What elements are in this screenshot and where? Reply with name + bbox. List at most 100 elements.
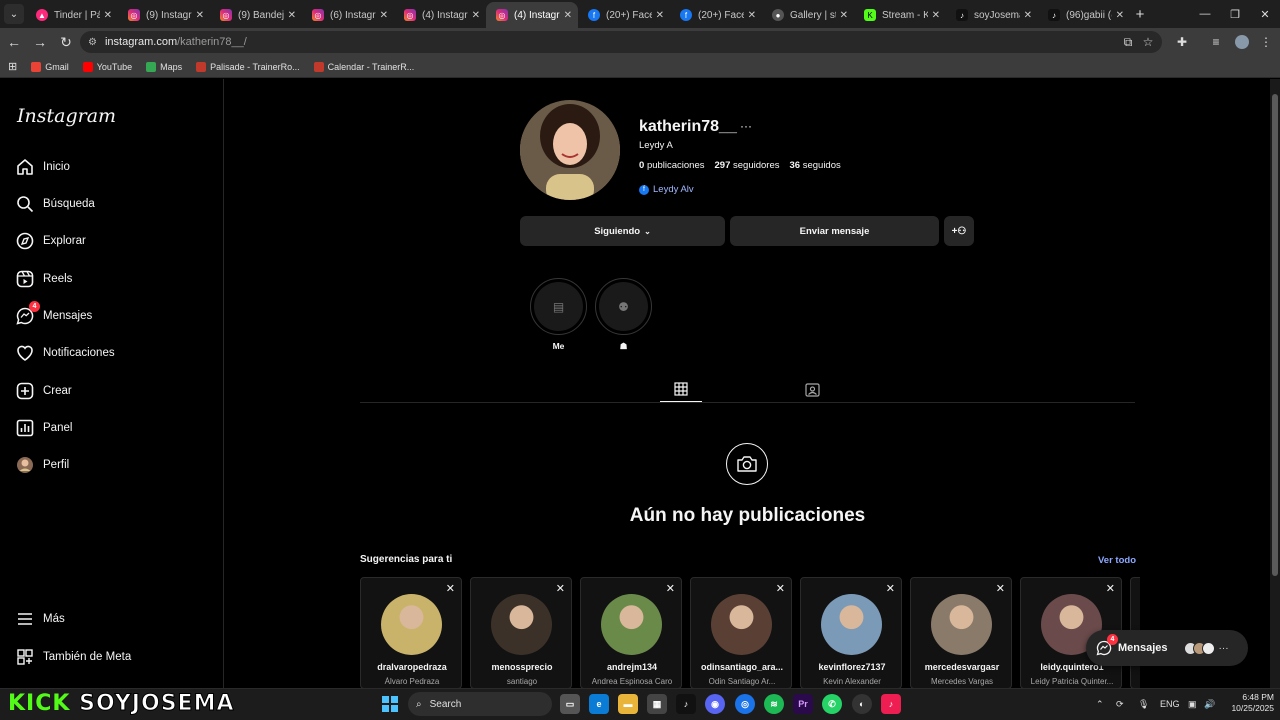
- dismiss-icon[interactable]: ✕: [886, 582, 895, 595]
- suggestion-card[interactable]: ✕ andrejm134 Andrea Espinosa Caro: [580, 577, 682, 689]
- obs-icon[interactable]: ◐: [852, 694, 872, 714]
- microphone-icon[interactable]: 🎙: [1138, 694, 1149, 714]
- browser-tab[interactable]: ♪ (96)gabii (@ ✕: [1038, 2, 1130, 28]
- browser-tab[interactable]: ◎ (6) Instagram ✕: [302, 2, 394, 28]
- bookmark-item[interactable]: Calendar - TrainerR...: [313, 61, 414, 72]
- close-tab-icon[interactable]: ✕: [564, 10, 572, 21]
- whatsapp-icon[interactable]: ✆: [822, 694, 842, 714]
- extensions-icon[interactable]: ✚: [1172, 32, 1192, 52]
- taskbar-search[interactable]: ⌕ Search: [408, 692, 552, 716]
- address-bar[interactable]: ⚙ instagram.com/katherin78__/: [80, 31, 1162, 53]
- avatar[interactable]: [601, 594, 662, 655]
- suggestion-username[interactable]: kevinflorez7137: [803, 662, 901, 672]
- instagram-logo[interactable]: Instagram: [17, 105, 116, 127]
- close-tab-icon[interactable]: ✕: [932, 10, 940, 21]
- sidebar-item-busqueda[interactable]: Búsqueda: [16, 191, 95, 217]
- task-view-icon[interactable]: ▭: [560, 694, 580, 714]
- chrome-icon[interactable]: ◎: [735, 694, 755, 714]
- suggestion-card[interactable]: ✕ mercedesvargasr Mercedes Vargas: [910, 577, 1012, 689]
- bookmark-item[interactable]: YouTube: [82, 61, 132, 72]
- browser-tab[interactable]: ◎ (9) Instagram ✕: [118, 2, 210, 28]
- maximize-button[interactable]: ❐: [1220, 0, 1250, 28]
- tab-search-button[interactable]: ⌄: [4, 4, 24, 24]
- sidebar-item-perfil[interactable]: Perfil: [16, 452, 69, 478]
- dismiss-icon[interactable]: ✕: [446, 582, 455, 595]
- sidebar-item-mensajes[interactable]: 4 Mensajes: [16, 301, 92, 329]
- tray-overflow-icon[interactable]: ⌃: [1096, 694, 1104, 714]
- tab-posts[interactable]: [660, 378, 702, 400]
- apps-grid-icon[interactable]: ⊞: [8, 60, 17, 73]
- send-message-button[interactable]: Enviar mensaje: [730, 216, 939, 246]
- options-icon[interactable]: ···: [740, 119, 752, 133]
- close-tab-icon[interactable]: ✕: [196, 10, 204, 21]
- browser-tab[interactable]: ◎ (9) Bandeja ✕: [210, 2, 302, 28]
- avatar[interactable]: [711, 594, 772, 655]
- browser-tab[interactable]: ♪ soyJosema ✕: [946, 2, 1038, 28]
- tiktok-live-icon[interactable]: ♪: [881, 694, 901, 714]
- suggestion-username[interactable]: dralvaropedraza: [363, 662, 461, 672]
- profile-avatar[interactable]: [520, 100, 620, 200]
- tab-tagged[interactable]: [791, 378, 833, 400]
- close-tab-icon[interactable]: ✕: [472, 10, 480, 21]
- spotify-icon[interactable]: ≋: [764, 694, 784, 714]
- browser-tab[interactable]: ◎ (4) Instagram ✕: [394, 2, 486, 28]
- dismiss-icon[interactable]: ✕: [1106, 582, 1115, 595]
- media-controls-icon[interactable]: ≡: [1206, 32, 1226, 52]
- followers-stat[interactable]: 297 seguidores: [715, 160, 780, 171]
- dismiss-icon[interactable]: ✕: [666, 582, 675, 595]
- close-tab-icon[interactable]: ✕: [840, 10, 848, 21]
- dismiss-icon[interactable]: ✕: [556, 582, 565, 595]
- store-icon[interactable]: ▦: [647, 694, 667, 714]
- suggestion-card[interactable]: ✕ menossprecio santiago: [470, 577, 572, 689]
- browser-tab[interactable]: f (20+) Facebo ✕: [670, 2, 762, 28]
- avatar[interactable]: [821, 594, 882, 655]
- suggestion-card[interactable]: ✕ dralvaropedraza Álvaro Pedraza: [360, 577, 462, 689]
- sidebar-item-inicio[interactable]: Inicio: [16, 154, 70, 180]
- volume-icon[interactable]: 🔊: [1204, 694, 1215, 714]
- see-all-link[interactable]: Ver todo: [1098, 555, 1136, 566]
- sync-icon[interactable]: ⟳: [1116, 694, 1124, 714]
- minimize-button[interactable]: —: [1190, 0, 1220, 28]
- browser-tab[interactable]: f (20+) Facebo ✕: [578, 2, 670, 28]
- tiktok-icon[interactable]: ♪: [676, 694, 696, 714]
- taskbar-clock[interactable]: 6:48 PM 10/25/2025: [1222, 692, 1274, 714]
- forward-button[interactable]: →: [28, 30, 52, 54]
- back-button[interactable]: ←: [2, 30, 26, 54]
- install-app-icon[interactable]: ⧉: [1118, 32, 1138, 52]
- facebook-profile-link[interactable]: f Leydy Alv: [639, 184, 694, 195]
- sidebar-item-crear[interactable]: Crear: [16, 378, 72, 404]
- edge-icon[interactable]: e: [589, 694, 609, 714]
- suggestion-username[interactable]: andrejm134: [583, 662, 681, 672]
- messages-floating-button[interactable]: 4 Mensajes ···: [1086, 630, 1248, 666]
- browser-tab[interactable]: ● Gallery | stel ✕: [762, 2, 854, 28]
- discord-icon[interactable]: ◉: [705, 694, 725, 714]
- suggest-users-button[interactable]: +⚇: [944, 216, 974, 246]
- windows-start-icon[interactable]: [382, 696, 398, 712]
- avatar[interactable]: [491, 594, 552, 655]
- browser-tab[interactable]: K Stream - Kic ✕: [854, 2, 946, 28]
- file-explorer-icon[interactable]: ▬: [618, 694, 638, 714]
- suggestion-username[interactable]: menossprecio: [473, 662, 571, 672]
- avatar[interactable]: [931, 594, 992, 655]
- bookmark-item[interactable]: Palisade - TrainerRo...: [196, 61, 300, 72]
- reload-button[interactable]: ↻: [54, 30, 78, 54]
- browser-menu-icon[interactable]: ⋮: [1256, 32, 1276, 52]
- sidebar-item-reels[interactable]: Reels: [16, 266, 72, 292]
- bookmark-star-icon[interactable]: ☆: [1138, 32, 1158, 52]
- close-tab-icon[interactable]: ✕: [748, 10, 756, 21]
- close-tab-icon[interactable]: ✕: [288, 10, 296, 21]
- close-tab-icon[interactable]: ✕: [104, 10, 112, 21]
- following-stat[interactable]: 36 seguidos: [790, 160, 841, 171]
- scrollbar-thumb[interactable]: [1272, 94, 1278, 576]
- sidebar-item-notificaciones[interactable]: Notificaciones: [16, 340, 115, 366]
- close-tab-icon[interactable]: ✕: [1116, 10, 1124, 21]
- suggestion-username[interactable]: mercedesvargasr: [913, 662, 1011, 672]
- browser-tab[interactable]: ◎ (4) Instagram ✕: [486, 2, 578, 28]
- close-tab-icon[interactable]: ✕: [1024, 10, 1032, 21]
- sidebar-item-also-from-meta[interactable]: También de Meta: [16, 644, 131, 670]
- sidebar-item-explorar[interactable]: Explorar: [16, 228, 86, 254]
- sidebar-item-panel[interactable]: Panel: [16, 415, 72, 441]
- sidebar-item-more[interactable]: Más: [16, 606, 65, 632]
- close-tab-icon[interactable]: ✕: [380, 10, 388, 21]
- close-window-button[interactable]: ✕: [1250, 0, 1280, 28]
